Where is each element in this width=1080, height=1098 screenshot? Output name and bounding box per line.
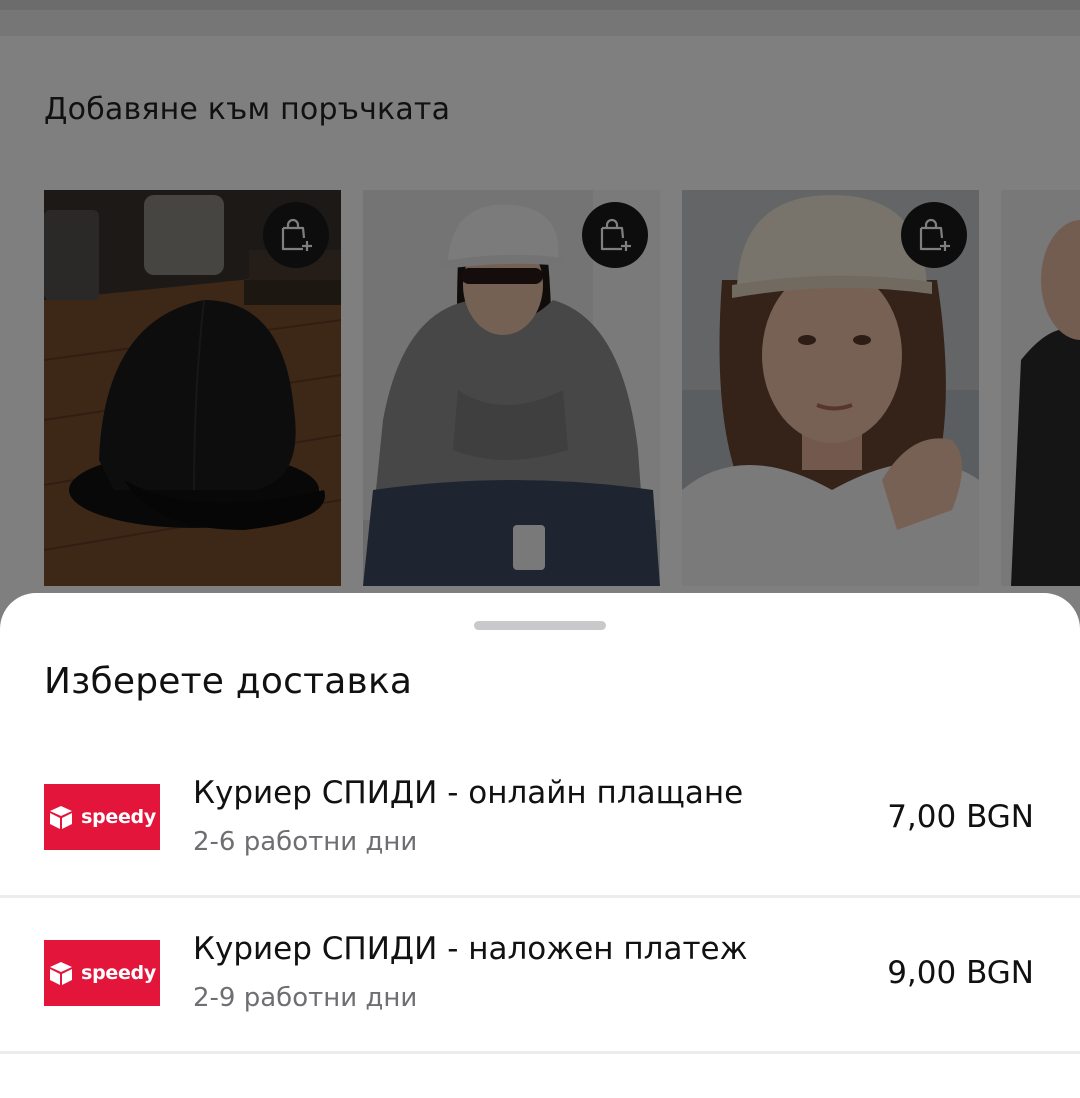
delivery-option-online-payment[interactable]: speedy Куриер СПИДИ - онлайн плащане 2-6… [0,743,1080,898]
sheet-title: Изберете доставка [44,661,413,702]
delivery-option-price: 9,00 BGN [887,955,1034,991]
sheet-drag-handle[interactable] [474,621,606,630]
delivery-option-name: Куриер СПИДИ - наложен платеж [193,931,748,967]
speedy-box-icon [50,962,73,985]
speedy-logo: speedy [44,940,160,1006]
delivery-option-eta: 2-6 работни дни [193,827,418,857]
speedy-logo-text: speedy [81,962,156,984]
speedy-box-icon [50,806,73,829]
delivery-option-cash-on-delivery[interactable]: speedy Куриер СПИДИ - наложен платеж 2-9… [0,899,1080,1054]
speedy-logo-text: speedy [81,806,156,828]
delivery-option-price: 7,00 BGN [887,799,1034,835]
delivery-option-name: Куриер СПИДИ - онлайн плащане [193,775,744,811]
delivery-option-eta: 2-9 работни дни [193,983,418,1013]
delivery-bottom-sheet: Изберете доставка speedy Куриер СПИДИ - … [0,593,1080,1098]
speedy-logo: speedy [44,784,160,850]
app-screen: Добавяне към поръчката [0,0,1080,1098]
